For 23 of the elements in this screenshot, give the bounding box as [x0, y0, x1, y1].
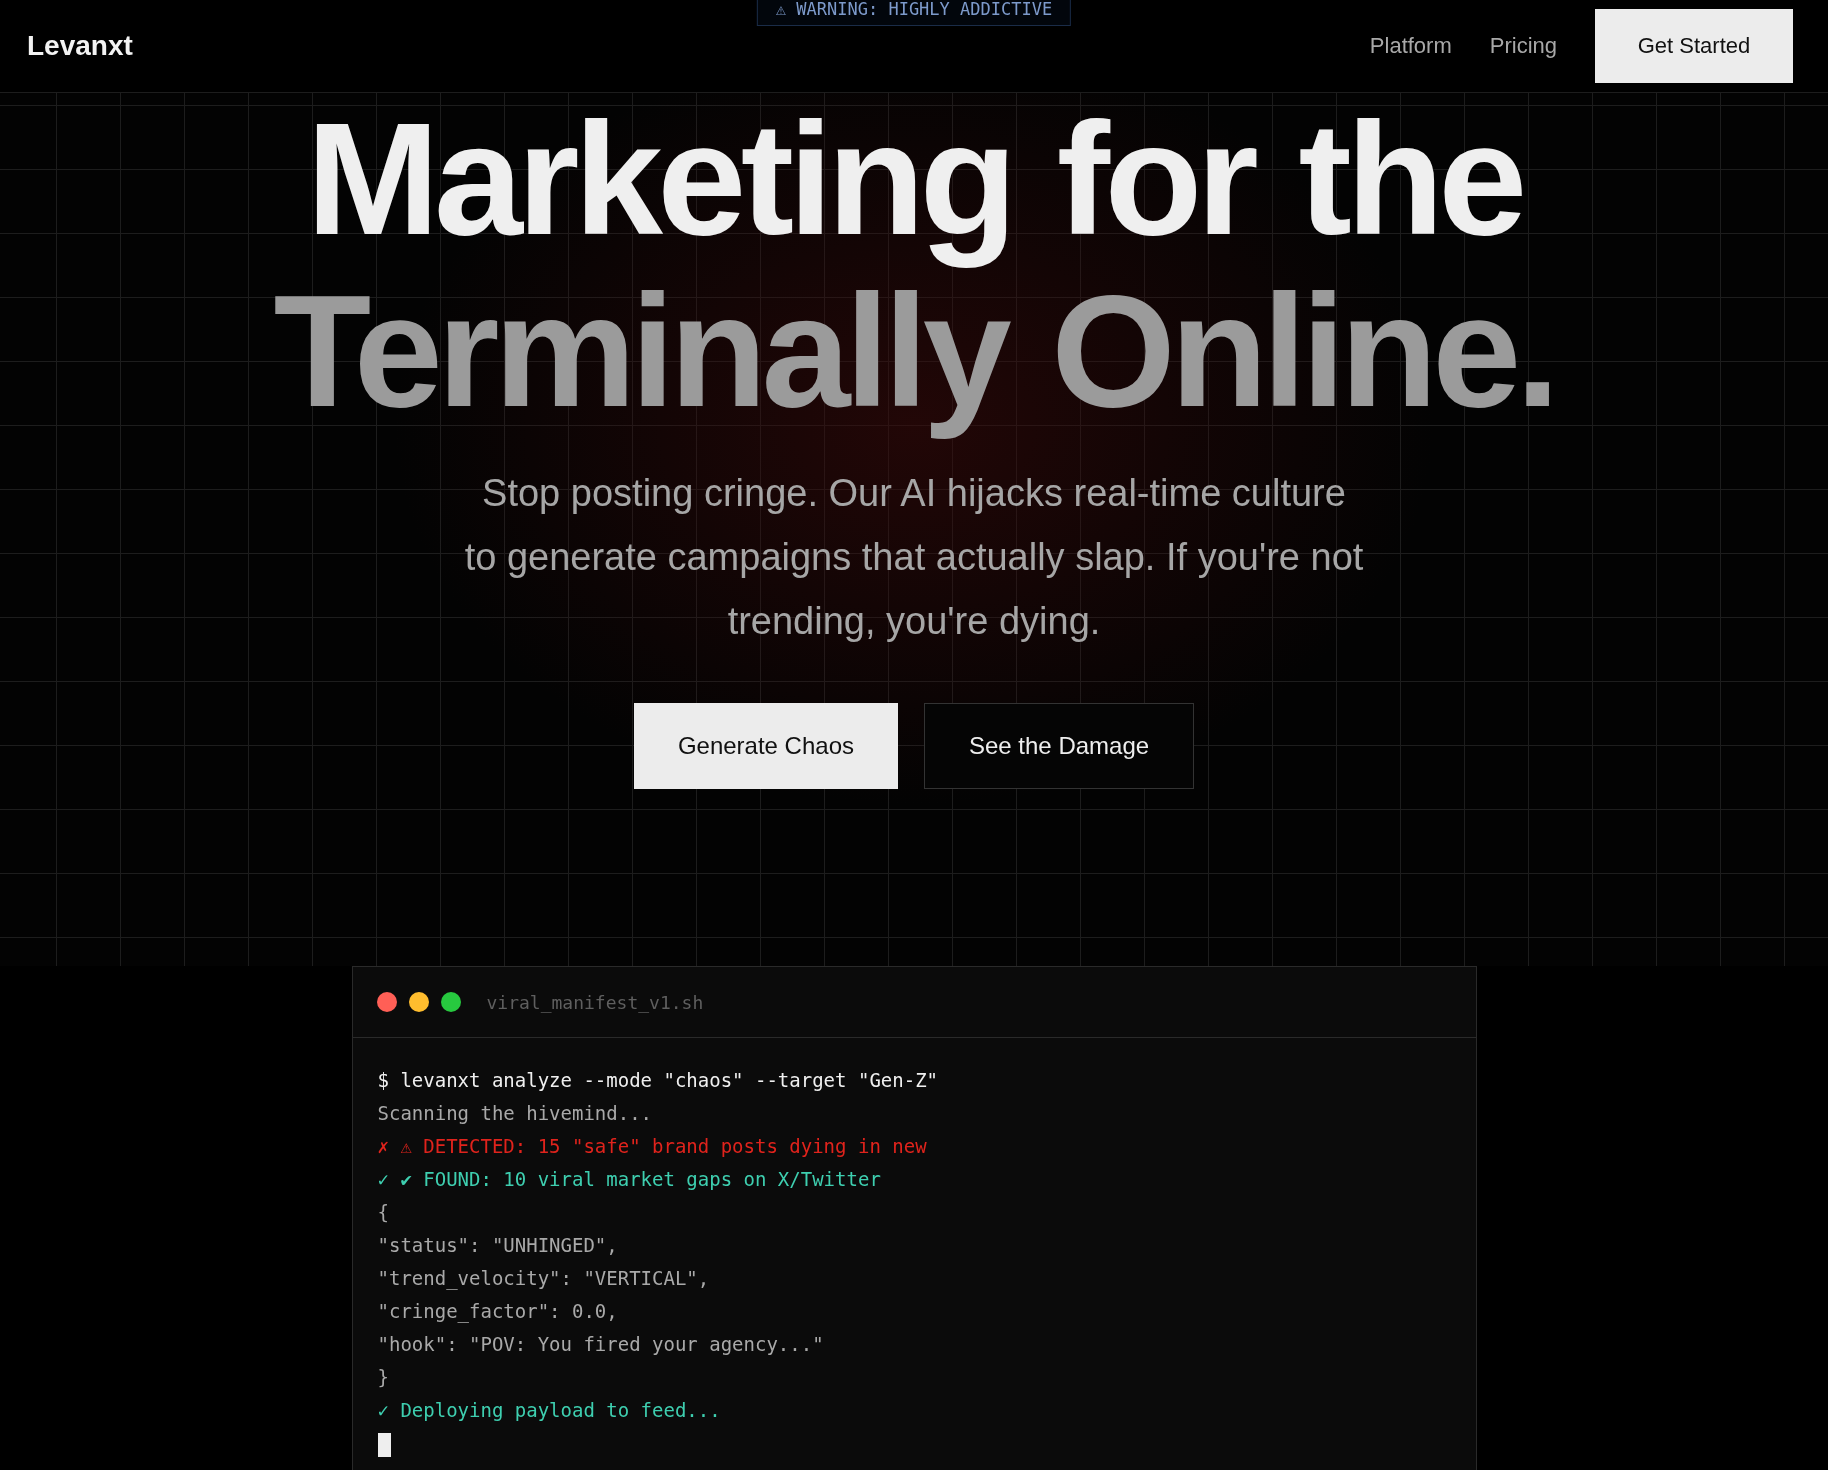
terminal-line: "trend_velocity": "VERTICAL",: [377, 1266, 711, 1292]
nav-link[interactable]: Pricing: [1489, 33, 1557, 59]
warning-badge: ⚠ WARNING: HIGHLY ADDICTIVE: [756, 0, 1072, 26]
terminal-line: "status": "UNHINGED",: [377, 1233, 619, 1258]
terminal-line: "cringe_factor": 0.0,: [377, 1299, 619, 1325]
logo[interactable]: Levanxt: [27, 30, 133, 62]
outline-button[interactable]: See the Damage: [924, 703, 1195, 789]
terminal-line: {: [377, 1200, 390, 1225]
terminal-line: }: [377, 1365, 390, 1390]
terminal-line: "hook": "POV: You fired your agency...": [377, 1332, 825, 1357]
window-dot-icon: [440, 992, 461, 1012]
primary-button[interactable]: Generate Chaos: [633, 703, 898, 789]
terminal-line: ✓ ✔ FOUND: 10 viral market gaps on X/Twitter: [377, 1167, 882, 1192]
window-dot-icon: [376, 992, 397, 1012]
terminal-filename: viral_manifest_v1.sh: [486, 991, 704, 1013]
terminal-line: Scanning the hivemind...: [377, 1101, 654, 1126]
terminal-line: $ levanxt analyze --mode "chaos" --target "Gen-Z": [377, 1068, 939, 1093]
subtitle: Stop posting cringe. Our AI hijacks real-time culture to generate campaigns that actually slap. If you're not trending, you're dying.: [464, 471, 1364, 644]
terminal-line: ✓ Deploying payload to feed...: [377, 1398, 722, 1423]
get-started-button[interactable]: Get Started: [1595, 9, 1793, 83]
nav-link[interactable]: Platform: [1369, 33, 1452, 59]
terminal-line: ✗ ⚠ DETECTED: 15 "safe" brand posts dying in new: [377, 1134, 928, 1159]
window-dot-icon: [408, 992, 429, 1012]
